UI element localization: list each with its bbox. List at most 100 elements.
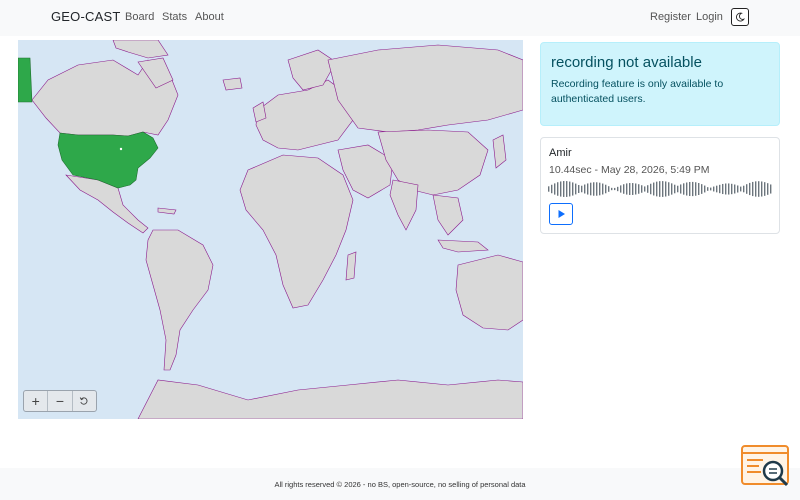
login-link[interactable]: Login xyxy=(696,11,723,23)
waveform-bar xyxy=(728,183,730,195)
alert-text: Recording feature is only available to a… xyxy=(551,78,724,105)
nav-link-about[interactable]: About xyxy=(195,11,224,23)
waveform-bar xyxy=(581,185,583,193)
recording-location-marker xyxy=(119,147,123,151)
waveform-bar xyxy=(737,185,739,193)
waveform-bar xyxy=(695,182,697,196)
waveform-bar xyxy=(563,181,565,197)
waveform-bar xyxy=(740,186,742,192)
waveform-bar xyxy=(602,183,604,195)
waveform-bar xyxy=(653,182,655,196)
theme-toggle-button[interactable] xyxy=(731,8,749,26)
map-caribbean xyxy=(157,207,177,215)
map-australia xyxy=(455,254,523,331)
waveform-bar xyxy=(629,183,631,195)
waveform-bar xyxy=(608,186,610,192)
world-map[interactable] xyxy=(18,40,523,419)
recording-card: Amir 10.44sec - May 28, 2026, 5:49 PM xyxy=(540,137,780,234)
waveform-bar xyxy=(599,182,601,196)
waveform-bar xyxy=(605,184,607,194)
reset-view-button[interactable] xyxy=(73,391,96,411)
register-link[interactable]: Register xyxy=(650,11,691,23)
waveform-bar xyxy=(584,184,586,194)
recording-meta: 10.44sec - May 28, 2026, 5:49 PM xyxy=(549,164,710,176)
waveform-bar xyxy=(701,184,703,194)
waveform-bar xyxy=(674,184,676,194)
waveform-bar xyxy=(770,184,772,194)
waveform-bar xyxy=(554,183,556,195)
waveform-bar xyxy=(734,184,736,194)
waveform-bar xyxy=(746,184,748,194)
waveform-bar xyxy=(647,185,649,193)
map-iceland xyxy=(222,77,243,91)
waveform-bar xyxy=(659,181,661,197)
waveform-bar xyxy=(704,185,706,193)
nav-link-board[interactable]: Board xyxy=(125,11,154,23)
waveform-bar xyxy=(686,182,688,196)
waveform-bar xyxy=(716,185,718,193)
map-africa xyxy=(239,154,354,309)
map-south-america xyxy=(145,229,214,371)
reset-icon xyxy=(80,397,88,405)
waveform-bar xyxy=(731,183,733,195)
waveform-bar xyxy=(635,183,637,195)
moon-icon xyxy=(736,12,745,22)
waveform-bar xyxy=(662,181,664,197)
waveform-bar xyxy=(569,181,571,197)
waveform-bar xyxy=(578,185,580,193)
waveform-bar xyxy=(620,185,622,193)
map-uk xyxy=(252,101,267,123)
zoom-out-button[interactable]: − xyxy=(48,391,73,411)
recording-author: Amir xyxy=(549,147,572,159)
waveform-bar xyxy=(611,187,613,191)
waveform-bar xyxy=(680,184,682,194)
waveform-bar xyxy=(644,186,646,192)
recording-unavailable-alert: recording not available Recording featur… xyxy=(540,42,780,126)
waveform-bar xyxy=(689,181,691,197)
waveform-bar xyxy=(587,183,589,195)
waveform-bar xyxy=(725,183,727,195)
map-zoom-controls: + − xyxy=(23,390,97,412)
play-icon xyxy=(558,210,565,218)
app-logo-icon[interactable] xyxy=(741,445,791,489)
map-indonesia xyxy=(437,239,489,253)
zoom-in-button[interactable]: + xyxy=(24,391,49,411)
navbar: GEO-CAST Board Stats About Register Logi… xyxy=(0,0,800,36)
nav-link-stats[interactable]: Stats xyxy=(162,11,187,23)
brand-logo[interactable]: GEO-CAST xyxy=(51,9,121,24)
waveform-bar xyxy=(707,187,709,191)
waveform-bar xyxy=(551,184,553,194)
waveform-bar xyxy=(758,181,760,197)
waveform-bar xyxy=(752,181,754,197)
waveform-bar xyxy=(593,182,595,196)
waveform-bar xyxy=(683,183,685,195)
waveform-bar xyxy=(560,181,562,197)
waveform-bar xyxy=(761,181,763,197)
waveform-bar xyxy=(722,183,724,195)
play-button[interactable] xyxy=(549,203,573,225)
map-arctic-islands xyxy=(112,40,169,59)
map-antarctica xyxy=(137,379,523,419)
waveform-bar xyxy=(764,182,766,196)
waveform-bar xyxy=(743,185,745,193)
map-country-greenland xyxy=(18,57,33,103)
waveform-bar xyxy=(713,186,715,192)
waveform-bar xyxy=(665,181,667,197)
waveform-bar xyxy=(575,183,577,195)
waveform-bar xyxy=(668,182,670,196)
waveform-bar xyxy=(641,185,643,193)
waveform-bar xyxy=(650,183,652,195)
map-madagascar xyxy=(345,251,357,281)
waveform-bar xyxy=(671,183,673,195)
waveform-bar xyxy=(710,187,712,191)
audio-waveform[interactable] xyxy=(548,180,773,198)
footer: All rights reserved © 2026 - no BS, open… xyxy=(0,468,800,500)
waveform-bar xyxy=(572,182,574,196)
waveform-bar xyxy=(698,183,700,195)
waveform-bar xyxy=(617,186,619,192)
waveform-bar xyxy=(677,185,679,193)
waveform-bar xyxy=(638,184,640,194)
waveform-bar xyxy=(767,183,769,195)
waveform-bar xyxy=(596,182,598,196)
map-japan xyxy=(492,134,507,169)
